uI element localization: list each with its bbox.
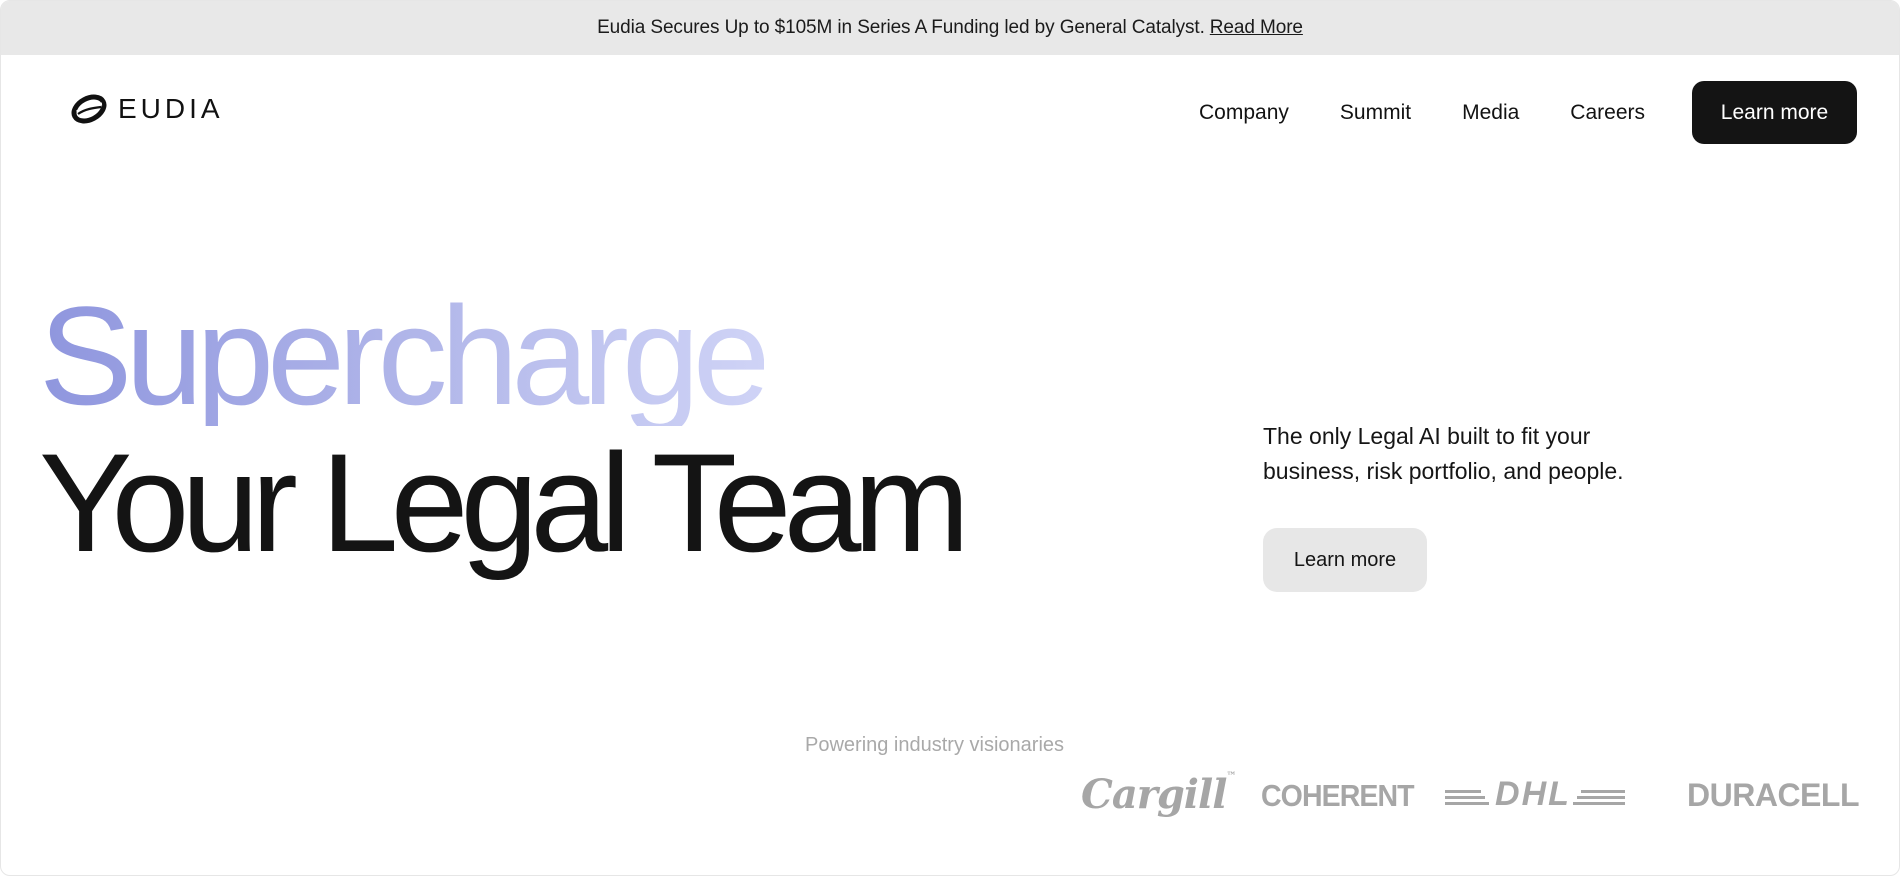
nav-company[interactable]: Company bbox=[1199, 101, 1289, 125]
partner-logo-coherent: COHERENT bbox=[1261, 778, 1415, 814]
partner-logo-cargill: Cargill™ bbox=[1081, 771, 1236, 818]
brand-logo[interactable]: EUDIA bbox=[71, 93, 224, 125]
announcement-text: Eudia Secures Up to $105M in Series A Fu… bbox=[597, 17, 1205, 38]
svg-text:DHL: DHL bbox=[1495, 778, 1571, 808]
announcement-bar: Eudia Secures Up to $105M in Series A Fu… bbox=[1, 1, 1899, 55]
duracell-wordmark: DURACELL bbox=[1687, 777, 1859, 813]
read-more-link[interactable]: Read More bbox=[1210, 17, 1303, 39]
partners-caption: Powering industry visionaries bbox=[805, 734, 1065, 756]
coherent-wordmark: COHERENT bbox=[1261, 778, 1415, 813]
main-nav: Company Summit Media Careers Learn more bbox=[1199, 81, 1857, 144]
brand-name: EUDIA bbox=[118, 93, 224, 124]
hero-headline-accent: Supercharge bbox=[39, 277, 771, 434]
header-learn-more-button[interactable]: Learn more bbox=[1692, 81, 1857, 144]
hero-learn-more-button[interactable]: Learn more bbox=[1263, 528, 1427, 592]
partner-logo-dhl: DHL bbox=[1445, 775, 1625, 813]
trademark-mark: ™ bbox=[1226, 771, 1236, 782]
partner-logo-duracell: DURACELL bbox=[1687, 777, 1859, 814]
hero-headline-main: Your Legal Team bbox=[39, 424, 970, 581]
nav-summit[interactable]: Summit bbox=[1340, 101, 1411, 125]
nav-careers[interactable]: Careers bbox=[1570, 101, 1645, 125]
hero-description: The only Legal AI built to fit your busi… bbox=[1263, 423, 1624, 484]
cargill-wordmark: Cargill bbox=[1081, 771, 1227, 818]
eudia-logo-icon bbox=[71, 94, 107, 124]
dhl-wordmark-icon: DHL bbox=[1445, 775, 1625, 813]
nav-media[interactable]: Media bbox=[1462, 101, 1519, 125]
page: Eudia Secures Up to $105M in Series A Fu… bbox=[0, 0, 1900, 876]
